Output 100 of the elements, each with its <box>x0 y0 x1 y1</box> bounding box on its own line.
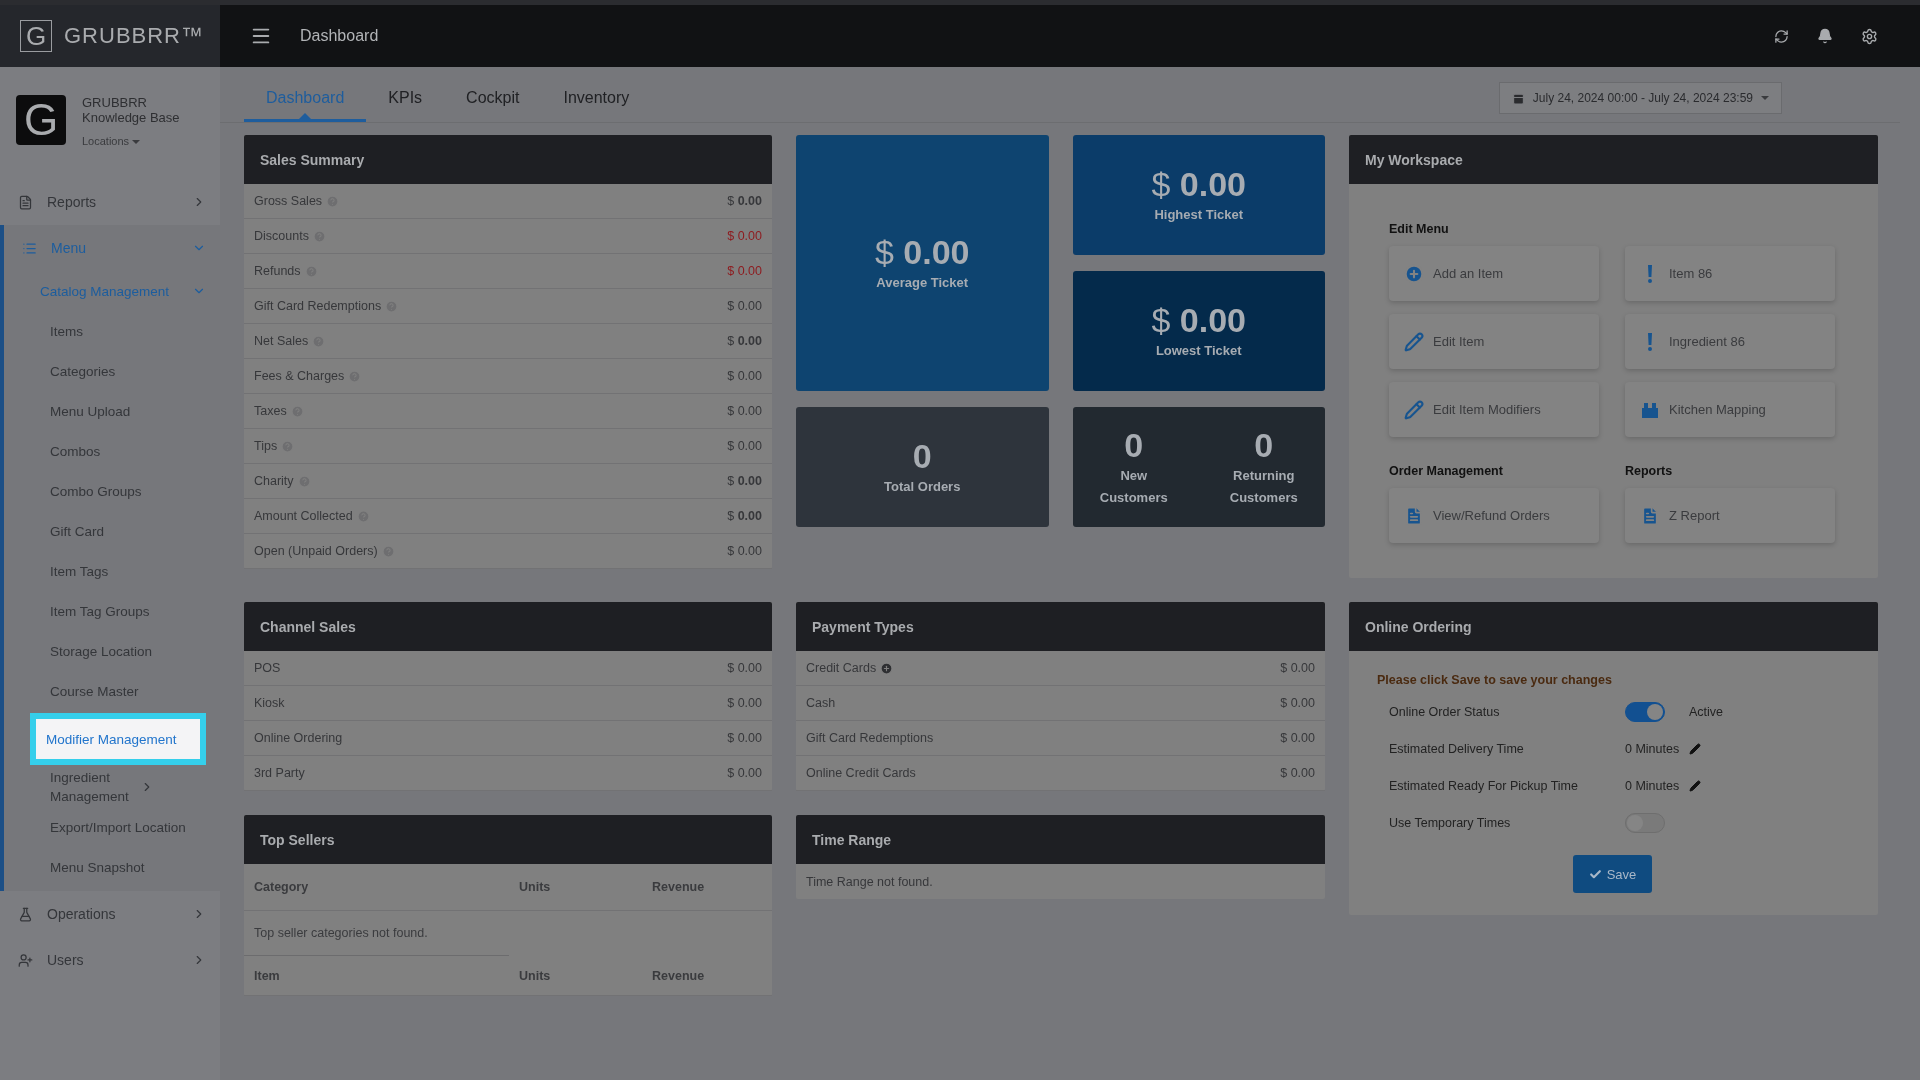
toggle-switch[interactable] <box>1625 701 1665 722</box>
column-header: Units <box>519 880 552 894</box>
row-value: $ 0.00 <box>727 661 762 675</box>
pencil-icon[interactable] <box>1689 779 1702 792</box>
caret-icon <box>132 139 141 144</box>
row-value: $ 0.00 <box>1280 696 1315 710</box>
setting-label: Estimated Delivery Time <box>1389 741 1525 756</box>
workspace-button[interactable]: Edit Item Modifiers <box>1389 382 1599 437</box>
row-value: $ 0.00 <box>727 299 762 313</box>
sidebar-link[interactable]: Categories <box>50 351 206 391</box>
panel-title: Time Range <box>796 815 1325 864</box>
sidebar-item-icon <box>18 952 33 968</box>
logo-mark: G <box>20 20 52 52</box>
row-label: Gift Card Redemptions <box>806 731 934 745</box>
tab[interactable]: Dashboard <box>244 89 367 122</box>
workspace-button[interactable]: Ingredient 86 <box>1625 314 1835 369</box>
row-value: $ 0.00 <box>727 404 762 418</box>
sidebar-subitem[interactable]: Catalog Management <box>4 271 220 311</box>
row-label: Net Sales <box>254 334 309 348</box>
exclamation-icon <box>1647 332 1653 351</box>
panel-title: Channel Sales <box>244 602 772 651</box>
setting-label: Estimated Ready For Pickup Time <box>1389 778 1579 793</box>
tile-label: Average Ticket <box>876 274 969 292</box>
sidebar-link[interactable]: Course Master <box>50 671 206 711</box>
workspace-button[interactable]: Item 86 <box>1625 246 1835 301</box>
panel-title: Sales Summary <box>244 135 772 184</box>
column-header: Units <box>519 968 552 983</box>
notice-text: Please click Save to save your changes <box>1377 673 1613 687</box>
column-header: Revenue <box>652 880 706 894</box>
save-button[interactable]: Save <box>1572 855 1653 893</box>
locations-dropdown[interactable]: Locations <box>82 134 180 149</box>
row-value: $ 0.00 <box>727 369 762 383</box>
tile-value: 0 <box>912 436 932 476</box>
sidebar-item[interactable]: Users <box>0 937 220 983</box>
sidebar-item[interactable]: Menu <box>4 225 220 271</box>
panel-title: Online Ordering <box>1349 602 1878 651</box>
workspace-button[interactable]: View/Refund Orders <box>1389 488 1599 543</box>
tab[interactable]: Cockpit <box>444 89 542 122</box>
row-value: $ 0.00 <box>727 229 762 243</box>
sidebar-link[interactable]: Ingredient Management <box>50 767 206 807</box>
row-label: 3rd Party <box>254 766 305 780</box>
sidebar-link[interactable]: Item Tag Groups <box>50 591 206 631</box>
setting-label: Use Temporary Times <box>1389 815 1512 830</box>
sidebar-item-icon <box>18 194 33 210</box>
pencil-icon[interactable] <box>1689 742 1702 755</box>
row-label: Taxes <box>254 404 287 418</box>
pencil-icon <box>1403 331 1425 352</box>
status-text: Active <box>1689 704 1724 719</box>
row-label: Gross Sales <box>254 194 323 208</box>
tile-label: Returning Customers <box>1228 467 1299 507</box>
sidebar-link[interactable]: Combo Groups <box>50 471 206 511</box>
sidebar-item[interactable]: Reports <box>0 179 220 225</box>
section-title: Reports <box>1625 464 1674 478</box>
empty-message: Time Range not found. <box>806 874 933 889</box>
exclamation-icon <box>1647 264 1653 283</box>
setting-label: Online Order Status <box>1389 704 1501 719</box>
sidebar-link[interactable]: Modifier Management <box>30 713 206 765</box>
sidebar-link[interactable]: Items <box>50 311 206 351</box>
date-range-picker[interactable]: July 24, 2024 00:00 - July 24, 2024 23:59 <box>1498 82 1782 114</box>
row-label: Kiosk <box>254 696 285 710</box>
panel-title: Payment Types <box>796 602 1325 651</box>
row-value: $ 0.00 <box>727 439 762 453</box>
tile-value: 0 <box>1124 425 1144 465</box>
sidebar-link[interactable]: Combos <box>50 431 206 471</box>
sidebar-link[interactable]: Gift Card <box>50 511 206 551</box>
workspace-button[interactable]: Z Report <box>1625 488 1835 543</box>
sidebar-item-icon <box>22 240 37 256</box>
time-value: 0 Minutes <box>1625 778 1680 793</box>
sidebar-link[interactable]: Item Tags <box>50 551 206 591</box>
tile-label: New Customers <box>1098 467 1169 507</box>
sidebar-link[interactable]: Storage Location <box>50 631 206 671</box>
workspace-button[interactable]: Add an Item <box>1389 246 1599 301</box>
sidebar-item[interactable]: Operations <box>0 891 220 937</box>
row-value: $ 0.00 <box>727 474 762 488</box>
row-label: Amount Collected <box>254 509 353 523</box>
row-label: Charity <box>254 474 294 488</box>
row-label: Tips <box>254 439 278 453</box>
column-header: Revenue <box>652 968 706 983</box>
row-value: $ 0.00 <box>727 509 762 523</box>
tab[interactable]: KPIs <box>366 89 445 122</box>
sidebar-link[interactable]: Export/Import Location <box>50 807 206 847</box>
row-value: $ 0.00 <box>727 731 762 745</box>
section-title: Edit Menu <box>1389 222 1450 236</box>
refresh-icon[interactable] <box>1774 28 1789 44</box>
expand-icon[interactable] <box>880 661 894 675</box>
tile-label: Lowest Ticket <box>1155 342 1242 360</box>
plus-circle-icon <box>1403 263 1425 284</box>
workspace-button[interactable]: Edit Item <box>1389 314 1599 369</box>
bell-icon[interactable] <box>1817 28 1833 44</box>
settings-icon[interactable] <box>1861 27 1878 45</box>
row-label: Open (Unpaid Orders) <box>254 544 378 558</box>
workspace-button[interactable]: Kitchen Mapping <box>1625 382 1835 437</box>
brand-name: GRUBBRR™ <box>64 23 204 49</box>
row-value: $ 0.00 <box>1280 766 1315 780</box>
tab[interactable]: Inventory <box>541 89 652 122</box>
sidebar-link[interactable]: Menu Snapshot <box>50 847 206 887</box>
time-value: 0 Minutes <box>1625 741 1680 756</box>
row-value: $ 0.00 <box>727 766 762 780</box>
sidebar-link[interactable]: Menu Upload <box>50 391 206 431</box>
pencil-icon <box>1403 399 1425 420</box>
